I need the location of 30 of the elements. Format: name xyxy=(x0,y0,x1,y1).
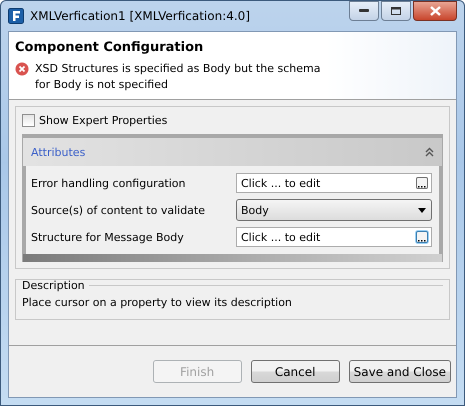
close-icon xyxy=(430,6,440,16)
close-button[interactable] xyxy=(413,1,457,21)
error-icon xyxy=(15,62,29,76)
section-title: Attributes xyxy=(31,146,86,158)
ellipsis-icon xyxy=(418,185,426,188)
app-icon xyxy=(8,8,24,24)
ellipsis-icon xyxy=(418,239,426,242)
dropdown-arrow-icon xyxy=(418,208,426,212)
dialog-button[interactable]: Save and Close xyxy=(348,360,451,383)
window-title: XMLVerfication1 [XMLVerfication:4.0] xyxy=(30,9,252,23)
minimize-icon xyxy=(359,9,369,13)
ellipsis-button[interactable] xyxy=(416,231,428,243)
property-label: Error handling configuration xyxy=(31,176,187,190)
value-field[interactable]: Click ... to edit xyxy=(236,173,432,193)
checkbox[interactable] xyxy=(22,114,35,126)
value-field[interactable]: Click ... to edit xyxy=(236,227,432,247)
dialog-button[interactable]: Cancel xyxy=(250,360,340,383)
ellipsis-button[interactable] xyxy=(416,177,428,189)
group-title: Description xyxy=(22,279,85,292)
description-text: Place cursor on a property to view its description xyxy=(22,296,293,309)
property-label: Source(s) of content to validate xyxy=(31,204,206,216)
checkbox-label: Show Expert Properties xyxy=(39,114,168,126)
maximize-icon xyxy=(391,7,401,15)
minimize-button[interactable] xyxy=(349,1,379,21)
maximize-button[interactable] xyxy=(381,1,411,21)
error-message: XSD Structures is specified as Body but the schema for Body is not specified xyxy=(35,61,322,93)
collapse-icon[interactable] xyxy=(425,147,434,157)
dropdown[interactable]: Body xyxy=(236,199,432,221)
page-title: Component Configuration xyxy=(15,40,204,55)
property-label: Structure for Message Body xyxy=(31,230,185,244)
